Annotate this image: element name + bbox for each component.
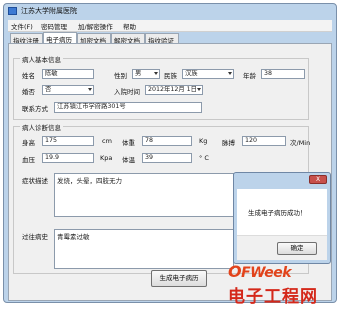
success-dialog: X 生成电子病历成功！ 确定 (233, 172, 331, 264)
temp-label: 体温 (122, 156, 135, 164)
menu-password[interactable]: 密码管理 (41, 21, 67, 31)
pulse-field[interactable]: 120 (242, 136, 286, 146)
chevron-down-icon (88, 88, 92, 91)
chevron-down-icon (154, 72, 158, 75)
height-unit: cm (102, 137, 112, 145)
logo-o: O (228, 262, 242, 281)
tab-encrypt-doc[interactable]: 加密文档 (77, 33, 111, 45)
marriage-select[interactable]: 否 (42, 85, 94, 95)
close-icon: X (315, 176, 321, 183)
dialog-message: 生成电子病历成功！ (248, 209, 307, 217)
history-label: 过往病史 (22, 233, 48, 241)
contact-field[interactable]: 江苏镇江市学府路301号 (54, 102, 202, 113)
close-button[interactable]: X (309, 175, 327, 184)
tab-medical-record[interactable]: 电子病历 (43, 32, 77, 44)
ethnic-select[interactable]: 汉族 (182, 69, 234, 79)
sex-label: 性别 (114, 72, 127, 80)
ok-button[interactable]: 确定 (277, 242, 317, 255)
tab-fingerprint-verify[interactable]: 指纹验证 (145, 33, 179, 45)
height-label: 身高 (22, 139, 35, 147)
sex-select[interactable]: 男 (132, 69, 160, 79)
symptom-textarea[interactable]: 发烧，头晕，四肢无力 (54, 173, 234, 217)
chevron-down-icon (228, 72, 232, 75)
window-title: 江苏大学附属医院 (21, 7, 77, 15)
dialog-body: 生成电子病历成功！ 确定 (237, 189, 327, 260)
watermark-text: 电子工程网 (228, 287, 318, 307)
weight-field[interactable]: 78 (142, 136, 192, 146)
marriage-value: 否 (45, 86, 52, 93)
logo-rest: FWeek (241, 265, 292, 281)
admit-label: 入院时间 (114, 88, 140, 96)
tab-strip: 指纹注册 电子病历 加密文档 解密文档 指纹验证 (8, 32, 332, 45)
ethnic-label: 民族 (164, 72, 177, 80)
ethnic-value: 汉族 (185, 70, 198, 77)
app-icon (8, 7, 17, 15)
admit-date-picker[interactable]: 2012年12月 1日 (145, 85, 203, 95)
pulse-label: 脉搏 (222, 139, 235, 147)
menu-help[interactable]: 帮助 (123, 21, 136, 31)
ofweek-logo: OFWeek (228, 262, 292, 281)
height-field[interactable]: 175 (42, 136, 94, 146)
dialog-footer: 确定 (237, 235, 327, 260)
tab-decrypt-doc[interactable]: 解密文档 (111, 33, 145, 45)
menu-bar: 文件(F) 密码管理 加/解密操作 帮助 (8, 20, 332, 32)
chevron-down-icon (197, 88, 201, 91)
weight-label: 体重 (122, 139, 135, 147)
main-window: 江苏大学附属医院 文件(F) 密码管理 加/解密操作 帮助 指纹注册 电子病历 … (3, 3, 337, 303)
sex-value: 男 (135, 70, 142, 77)
basic-info-group: 病人基本信息 姓名 陈敏 性别 男 民族 汉族 年龄 38 婚否 否 入院时间 … (13, 54, 309, 120)
history-textarea[interactable]: 青霉素过敏 (54, 229, 234, 269)
title-bar: 江苏大学附属医院 (4, 4, 336, 18)
bp-field[interactable]: 19.9 (42, 153, 94, 163)
bp-unit: Kpa (100, 154, 113, 162)
symptom-label: 症状描述 (22, 177, 48, 185)
age-label: 年龄 (243, 72, 256, 80)
diagnosis-title: 病人诊断信息 (20, 122, 63, 132)
contact-label: 联系方式 (22, 105, 48, 113)
weight-unit: Kg (199, 137, 208, 145)
name-label: 姓名 (22, 72, 35, 80)
admit-value: 2012年12月 1日 (148, 86, 197, 93)
generate-record-button[interactable]: 生成电子病历 (151, 270, 207, 287)
menu-file[interactable]: 文件(F) (11, 21, 33, 31)
marriage-label: 婚否 (22, 88, 35, 96)
tab-fingerprint-register[interactable]: 指纹注册 (10, 33, 43, 45)
menu-encrypt-decrypt[interactable]: 加/解密操作 (78, 21, 113, 31)
name-field[interactable]: 陈敏 (42, 69, 94, 79)
pulse-unit: 次/Min (290, 139, 311, 147)
temp-unit: ° C (199, 154, 209, 162)
temp-field[interactable]: 39 (142, 153, 192, 163)
basic-info-title: 病人基本信息 (20, 54, 63, 64)
age-field[interactable]: 38 (261, 69, 305, 79)
bp-label: 血压 (22, 156, 35, 164)
